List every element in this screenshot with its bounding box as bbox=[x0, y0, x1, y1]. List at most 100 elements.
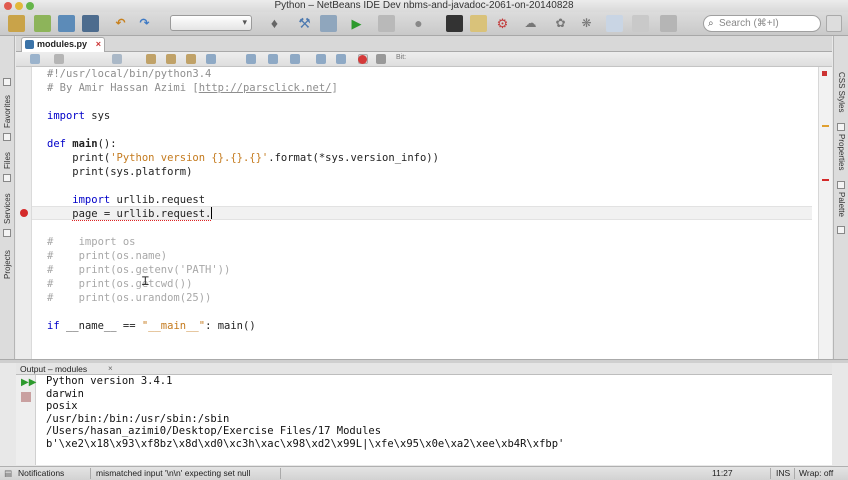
configuration-select[interactable]: ▾ bbox=[170, 15, 252, 31]
chevron-down-icon: ▾ bbox=[242, 17, 247, 27]
tasks-icon[interactable] bbox=[470, 15, 487, 32]
layout-icon[interactable] bbox=[606, 15, 623, 32]
find-previous-icon[interactable] bbox=[166, 54, 176, 64]
status-message: mismatched input '\n\n' expecting set nu… bbox=[96, 468, 251, 478]
close-window-button[interactable] bbox=[4, 2, 12, 10]
tab-label: modules.py bbox=[37, 39, 88, 49]
tab-properties[interactable]: Properties bbox=[837, 134, 846, 170]
screen-icon[interactable] bbox=[660, 15, 677, 32]
code-line: if __name__ == "__main__": main() bbox=[47, 320, 256, 332]
i-beam-cursor-icon: Ɪ bbox=[142, 274, 149, 288]
tab-css-styles[interactable]: CSS Styles bbox=[837, 72, 846, 112]
debug-icon[interactable] bbox=[378, 15, 395, 32]
code-line: # print(os.getenv('PATH')) bbox=[47, 264, 231, 276]
search-input[interactable]: ⌕ Search (⌘+I) bbox=[703, 15, 821, 32]
main-toolbar: ↶ ↷ ▾ ♦ ⚒ ▶ ● ⚙ ☁ ✿ ❋ ⌕ Search (⌘+I) bbox=[0, 12, 848, 36]
fullscreen-icon[interactable] bbox=[826, 15, 842, 32]
mobile-icon[interactable] bbox=[632, 15, 649, 32]
new-file-icon[interactable] bbox=[34, 15, 51, 32]
code-line: def main(): bbox=[47, 138, 117, 150]
error-marker-icon[interactable] bbox=[20, 209, 28, 217]
code-line: import urllib.request bbox=[47, 194, 206, 206]
clean-build-icon[interactable]: ♦ bbox=[266, 15, 283, 32]
code-editor[interactable]: #!/usr/local/bin/python3.4 # By Amir Has… bbox=[16, 67, 818, 359]
tab-favorites[interactable]: Favorites bbox=[3, 95, 12, 128]
start-macro-icon[interactable] bbox=[358, 55, 367, 64]
find-icon[interactable] bbox=[146, 54, 156, 64]
save-all-icon[interactable] bbox=[82, 15, 99, 32]
code-line: import sys bbox=[47, 110, 111, 122]
window-title: Python – NetBeans IDE Dev nbms-and-javad… bbox=[274, 0, 574, 11]
next-bookmark-icon[interactable] bbox=[290, 54, 300, 64]
code-line: # import os bbox=[47, 236, 136, 248]
error-summary-icon[interactable] bbox=[822, 71, 827, 76]
css-styles-icon[interactable] bbox=[837, 123, 845, 131]
run-icon[interactable]: ▶ bbox=[348, 15, 365, 32]
projects-icon[interactable] bbox=[3, 229, 11, 237]
code-line: # print(os.name) bbox=[47, 250, 168, 262]
tab-projects[interactable]: Projects bbox=[3, 250, 12, 279]
code-line: # By Amir Hassan Azimi [http://parsclick… bbox=[47, 82, 338, 94]
notifications-icon[interactable]: ▤ bbox=[4, 467, 12, 480]
output-line: b'\xe2\x18\x93\xf8bz\x8d\xd0\xc3h\xac\x9… bbox=[46, 437, 565, 450]
output-text[interactable]: Python version 3.4.1 darwin posix /usr/b… bbox=[46, 375, 564, 450]
shift-right-icon[interactable] bbox=[336, 54, 346, 64]
favorites-icon[interactable] bbox=[3, 78, 11, 86]
error-stripe-marker-icon[interactable] bbox=[822, 179, 829, 181]
services-icon[interactable] bbox=[3, 174, 11, 182]
code-line: # print(os.getcwd()) bbox=[47, 278, 193, 290]
tab-services[interactable]: Services bbox=[3, 193, 12, 224]
files-icon[interactable] bbox=[3, 133, 11, 141]
new-project-icon[interactable] bbox=[8, 15, 25, 32]
warning-marker-icon[interactable] bbox=[822, 125, 829, 127]
history-icon[interactable] bbox=[54, 54, 64, 64]
undo-icon[interactable]: ↶ bbox=[112, 15, 129, 32]
clean-icon[interactable] bbox=[320, 15, 337, 32]
shift-left-icon[interactable] bbox=[316, 54, 326, 64]
stop-icon[interactable] bbox=[21, 392, 31, 402]
source-view-icon[interactable] bbox=[30, 54, 40, 64]
terminal-icon[interactable] bbox=[446, 15, 463, 32]
record-icon[interactable] bbox=[376, 54, 386, 64]
share-icon[interactable]: ✿ bbox=[552, 15, 569, 32]
palette-icon[interactable] bbox=[837, 226, 845, 234]
editor-error-stripe[interactable] bbox=[818, 67, 832, 359]
toggle-highlight-icon[interactable] bbox=[206, 54, 216, 64]
status-bar: ▤ Notifications mismatched input '\n\n' … bbox=[0, 466, 848, 480]
zoom-window-button[interactable] bbox=[26, 2, 34, 10]
notifications-button[interactable]: Notifications bbox=[18, 467, 64, 480]
find-next-icon[interactable] bbox=[186, 54, 196, 64]
netbeans-window: Python – NetBeans IDE Dev nbms-and-javad… bbox=[0, 0, 848, 480]
tab-files[interactable]: Files bbox=[3, 152, 12, 169]
rerun-icon[interactable]: ▶▶ bbox=[21, 378, 36, 388]
redo-icon[interactable]: ↷ bbox=[136, 15, 153, 32]
editor-tab-bar: modules.py × bbox=[16, 36, 832, 52]
properties-icon[interactable] bbox=[837, 181, 845, 189]
open-project-icon[interactable] bbox=[58, 15, 75, 32]
minimize-window-button[interactable] bbox=[15, 2, 23, 10]
git-icon[interactable]: ⚙ bbox=[494, 15, 511, 32]
tab-output-modules[interactable]: Output – modules bbox=[20, 363, 87, 375]
code-line: print(sys.platform) bbox=[47, 166, 193, 178]
python-file-icon bbox=[25, 40, 34, 49]
title-bar: Python – NetBeans IDE Dev nbms-and-javad… bbox=[0, 0, 848, 12]
wrap-mode[interactable]: Wrap: off bbox=[799, 467, 833, 480]
tab-modules-py[interactable]: modules.py × bbox=[21, 37, 105, 52]
text-caret bbox=[211, 207, 213, 219]
insert-mode[interactable]: INS bbox=[776, 467, 790, 480]
windows-icon[interactable]: ❋ bbox=[578, 15, 595, 32]
build-icon[interactable]: ⚒ bbox=[296, 15, 313, 32]
close-tab-icon[interactable]: × bbox=[96, 38, 101, 51]
bit-icon[interactable]: Bit: bbox=[396, 54, 416, 64]
previous-bookmark-icon[interactable] bbox=[268, 54, 278, 64]
tab-palette[interactable]: Palette bbox=[837, 192, 846, 217]
tools-icon[interactable]: ☁ bbox=[522, 15, 539, 32]
close-output-icon[interactable]: × bbox=[108, 363, 113, 375]
toggle-bookmark-icon[interactable] bbox=[246, 54, 256, 64]
profile-icon[interactable]: ● bbox=[410, 15, 427, 32]
code-link[interactable]: http://parsclick.net/ bbox=[199, 82, 332, 94]
code-line: #!/usr/local/bin/python3.4 bbox=[47, 68, 212, 80]
cursor-position: 11:27 bbox=[712, 468, 733, 478]
back-icon[interactable] bbox=[112, 54, 122, 64]
code-line: print('Python version {}.{}.{}'.format(*… bbox=[47, 152, 439, 164]
